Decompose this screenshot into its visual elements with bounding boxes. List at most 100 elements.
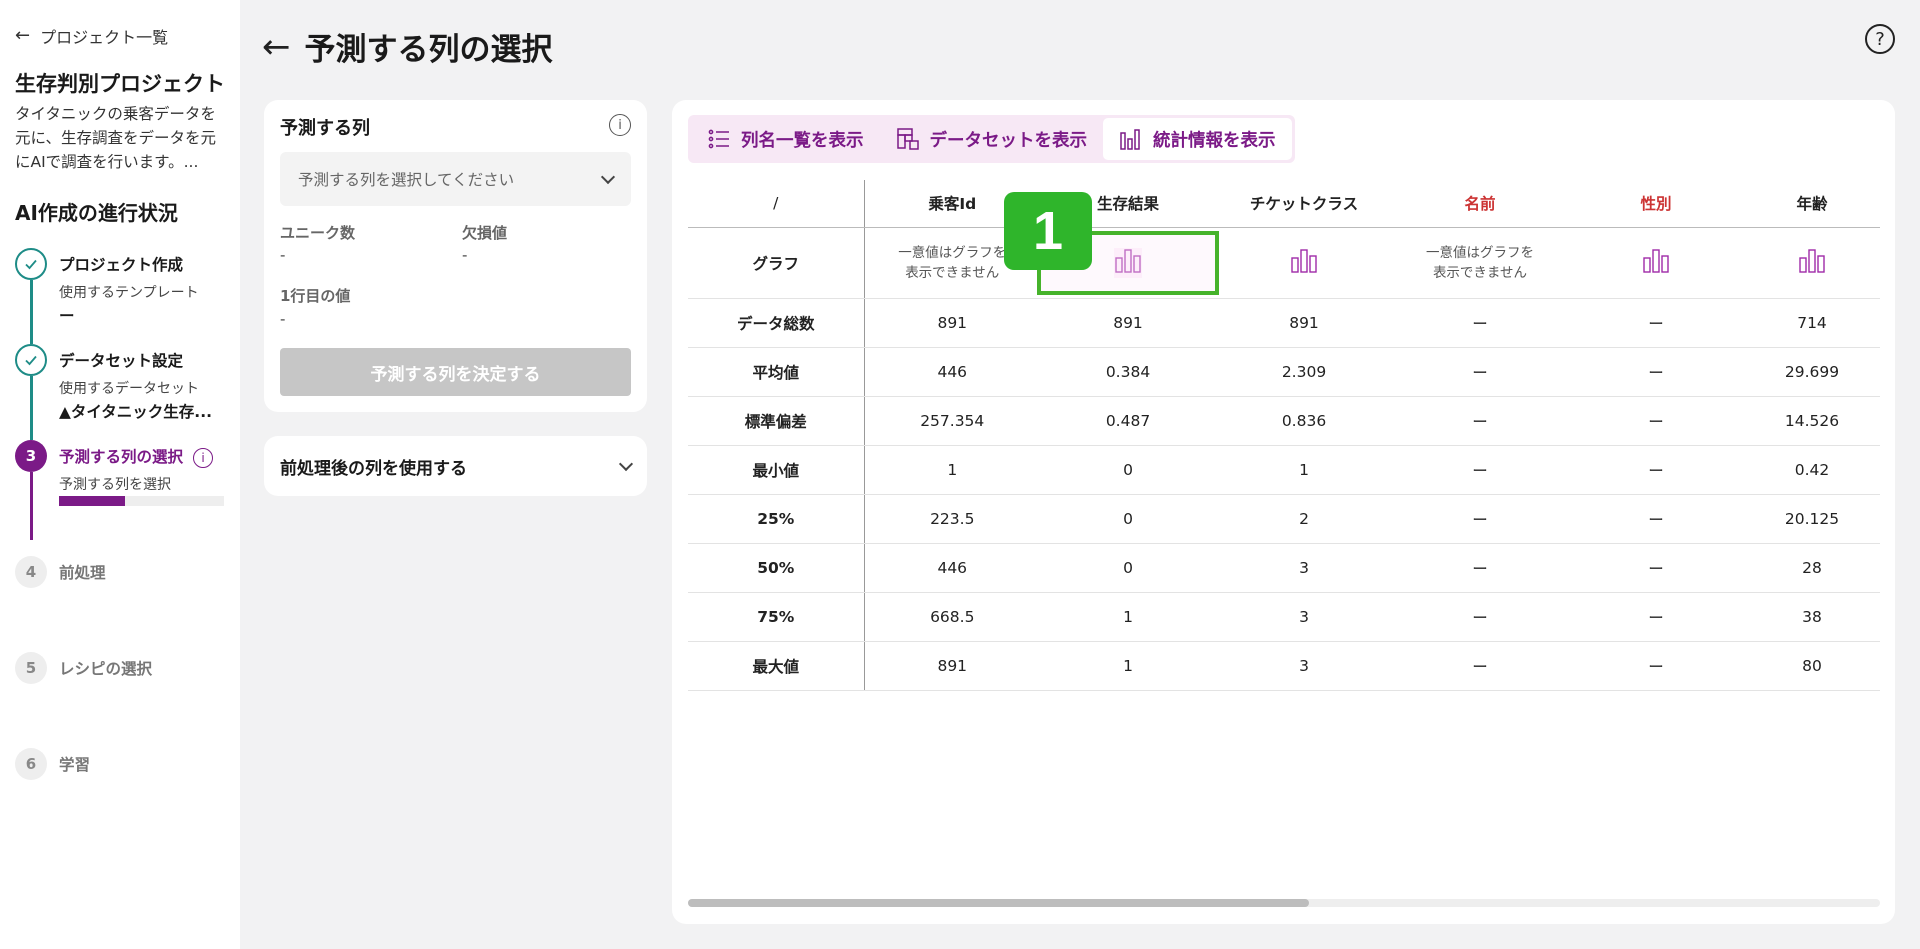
step-number: 5: [15, 652, 47, 684]
table-cell: 446: [864, 347, 1040, 397]
table-cell: ー: [1392, 641, 1568, 691]
table-corner: /: [688, 180, 865, 228]
help-icon[interactable]: ?: [1865, 24, 1895, 54]
back-to-projects-link[interactable]: ← プロジェクト一覧: [15, 24, 168, 48]
missing-count-label: 欠損値: [462, 224, 508, 242]
row-label: データ総数: [688, 298, 865, 348]
histogram-icon[interactable]: [1290, 248, 1318, 278]
back-arrow-icon[interactable]: ←: [262, 30, 291, 64]
table-cell: ー: [1568, 347, 1744, 397]
table-cell: 891: [1216, 298, 1392, 348]
histogram-icon[interactable]: [1798, 248, 1826, 278]
chevron-down-icon: [600, 169, 616, 184]
back-link-label: プロジェクト一覧: [40, 28, 169, 47]
table-row: 75% 668.5 1 3 ーー 38: [688, 592, 1880, 642]
column-header[interactable]: 性別: [1568, 180, 1744, 228]
table-cell: 223.5: [864, 494, 1040, 544]
column-header[interactable]: 名前: [1392, 180, 1568, 228]
project-description: タイタニックの乗客データを元に、生存調査をデータを元にAIで調査を行います。..…: [15, 105, 217, 171]
graph-row: グラフ 一意値はグラフを 表示できません 一意値はグラフを 表示できません: [688, 227, 1880, 299]
bar-chart-icon: [1120, 129, 1140, 150]
histogram-icon[interactable]: [1114, 247, 1142, 278]
tab-dataset[interactable]: データセットを表示: [880, 118, 1104, 160]
column-header[interactable]: チケットクラス: [1216, 180, 1392, 228]
dataset-icon: [896, 128, 919, 150]
first-row-label: 1行目の値: [280, 287, 351, 305]
graph-cell: [1744, 227, 1880, 299]
info-icon[interactable]: i: [193, 447, 214, 468]
histogram-icon[interactable]: [1642, 248, 1670, 278]
info-icon[interactable]: i: [609, 114, 631, 136]
step-label: 前処理: [59, 564, 106, 582]
table-cell: 0.487: [1040, 396, 1216, 446]
no-graph-message: 一意値はグラフを 表示できません: [1426, 244, 1534, 281]
decide-target-button[interactable]: 予測する列を決定する: [280, 348, 631, 396]
row-label: グラフ: [688, 227, 865, 299]
table-cell: 1: [1040, 641, 1216, 691]
table-cell: 14.526: [1744, 396, 1880, 446]
table-cell: 0.836: [1216, 396, 1392, 446]
scrollbar-thumb[interactable]: [688, 899, 1309, 907]
step-label: レシピの選択: [59, 660, 153, 678]
table-cell: ー: [1568, 543, 1744, 593]
table-row: 平均値 446 0.384 2.309 ーー 29.699: [688, 347, 1880, 397]
row-label: 75%: [688, 592, 865, 642]
target-column-card: 予測する列 i 予測する列を選択してください ユニーク数 - 欠損値 - 1行目…: [264, 100, 647, 412]
card-title: 予測する列: [280, 118, 370, 139]
step-progress-fill: [59, 496, 125, 506]
table-cell: 714: [1744, 298, 1880, 348]
select-placeholder: 予測する列を選択してください: [298, 171, 515, 189]
step-label: 学習: [59, 756, 91, 774]
tab-statistics[interactable]: 統計情報を表示: [1103, 118, 1292, 160]
table-cell: 80: [1744, 641, 1880, 691]
table-cell: 29.699: [1744, 347, 1880, 397]
horizontal-scrollbar[interactable]: [688, 899, 1880, 907]
statistics-panel: 列名一覧を表示 データセットを表示 統計情報を表示 / 乗客Id 生存結果 チケ…: [672, 100, 1895, 924]
step-progress-bar: [59, 496, 224, 506]
table-cell: ー: [1392, 592, 1568, 642]
statistics-table-container[interactable]: / 乗客Id 生存結果 チケットクラス 名前 性別 年齢 グラフ 一意値はグラフ…: [688, 180, 1880, 790]
step-connector: [30, 472, 33, 540]
unique-count-value: -: [280, 246, 286, 264]
column-header[interactable]: 年齢: [1744, 180, 1880, 228]
table-cell: ー: [1568, 641, 1744, 691]
table-cell: 3: [1216, 592, 1392, 642]
row-label: 平均値: [688, 347, 865, 397]
table-cell: 257.354: [864, 396, 1040, 446]
sidebar: ← プロジェクト一覧 生存判別プロジェクト タイタニックの乗客データを元に、生存…: [0, 0, 240, 949]
step-connector: [30, 280, 33, 344]
tab-column-list[interactable]: 列名一覧を表示: [691, 118, 880, 160]
step-number: 3: [15, 440, 47, 472]
use-preprocessed-columns-toggle[interactable]: 前処理後の列を使用する: [264, 436, 647, 496]
graph-cell: [1216, 227, 1392, 299]
table-cell: 891: [1040, 298, 1216, 348]
table-row: 最大値 891 1 3 ーー 80: [688, 641, 1880, 691]
project-title: 生存判別プロジェクト: [15, 72, 225, 96]
progress-steps: プロジェクト作成 使用するテンプレート ー データセット設定 使用するデータセッ…: [15, 248, 230, 808]
step-value: ▲タイタニック生存...: [59, 403, 212, 421]
target-column-select[interactable]: 予測する列を選択してください: [280, 152, 631, 206]
page-header: ← 予測する列の選択: [262, 24, 553, 69]
table-cell: ー: [1392, 347, 1568, 397]
table-cell: ー: [1568, 445, 1744, 495]
table-row: 25% 223.5 0 2 ーー 20.125: [688, 494, 1880, 544]
check-icon: [15, 344, 47, 376]
table-cell: 28: [1744, 543, 1880, 593]
step-number: 4: [15, 556, 47, 588]
arrow-left-icon: ←: [15, 25, 31, 46]
table-cell: 38: [1744, 592, 1880, 642]
table-cell: 2.309: [1216, 347, 1392, 397]
table-cell: ー: [1392, 396, 1568, 446]
table-cell: 1: [1216, 445, 1392, 495]
table-cell: 20.125: [1744, 494, 1880, 544]
chevron-down-icon: [618, 456, 634, 471]
preprocess-label: 前処理後の列を使用する: [280, 458, 467, 479]
table-row: 最小値 1 0 1 ーー 0.42: [688, 445, 1880, 495]
step-label: 予測する列の選択 i: [59, 445, 214, 468]
table-cell: 1: [1040, 592, 1216, 642]
step-value: ー: [59, 307, 75, 325]
table-row: データ総数 891 891 891 ーー 714: [688, 298, 1880, 348]
graph-cell: 一意値はグラフを 表示できません: [1392, 227, 1568, 299]
row-label: 25%: [688, 494, 865, 544]
step-label: プロジェクト作成: [59, 256, 184, 274]
